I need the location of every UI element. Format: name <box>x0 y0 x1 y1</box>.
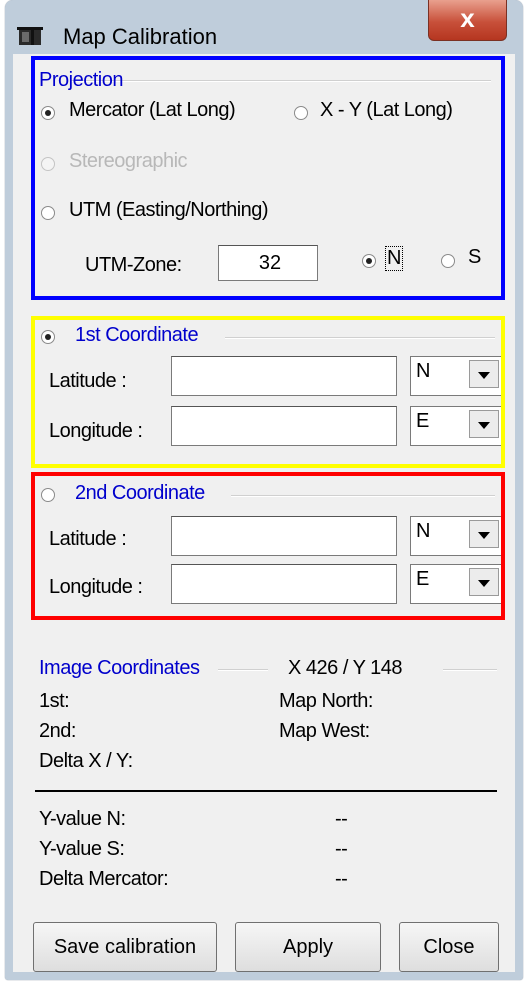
cursor-xy-readout: X 426 / Y 148 <box>288 657 402 679</box>
projection-highlight-frame <box>31 56 505 300</box>
map-west-label: Map West: <box>279 720 370 742</box>
map-north-label: Map North: <box>279 690 373 712</box>
y-value-s-value: -- <box>335 838 348 860</box>
save-calibration-button[interactable]: Save calibration <box>33 922 217 972</box>
map-calibration-window: Map Calibration x Projection Mercator (L… <box>5 0 523 980</box>
y-value-s-label: Y-value S: <box>39 838 125 860</box>
apply-button[interactable]: Apply <box>235 922 381 972</box>
window-title: Map Calibration <box>63 24 218 49</box>
map-app-icon <box>17 27 43 45</box>
close-window-button[interactable]: x <box>428 0 507 41</box>
delta-mercator-value: -- <box>335 868 348 890</box>
close-icon: x <box>460 3 475 33</box>
image-coords-legend: Image Coordinates <box>39 657 200 679</box>
y-value-n-label: Y-value N: <box>39 808 126 830</box>
dialog-client-area: Projection Mercator (Lat Long) X - Y (La… <box>13 54 515 972</box>
coord2-highlight-frame <box>31 472 505 620</box>
image-coords-group-border <box>218 669 268 671</box>
second-point-label: 2nd: <box>39 720 76 742</box>
delta-mercator-label: Delta Mercator: <box>39 868 169 890</box>
close-label: Close <box>423 936 475 958</box>
first-point-label: 1st: <box>39 690 70 712</box>
separator-line <box>35 790 497 792</box>
close-button[interactable]: Close <box>399 922 499 972</box>
coord1-highlight-frame <box>31 316 505 468</box>
save-calibration-label: Save calibration <box>53 936 197 958</box>
apply-label: Apply <box>282 936 334 958</box>
y-value-n-value: -- <box>335 808 348 830</box>
image-coords-group-border-right <box>443 669 497 671</box>
delta-xy-label: Delta X / Y: <box>39 750 133 772</box>
